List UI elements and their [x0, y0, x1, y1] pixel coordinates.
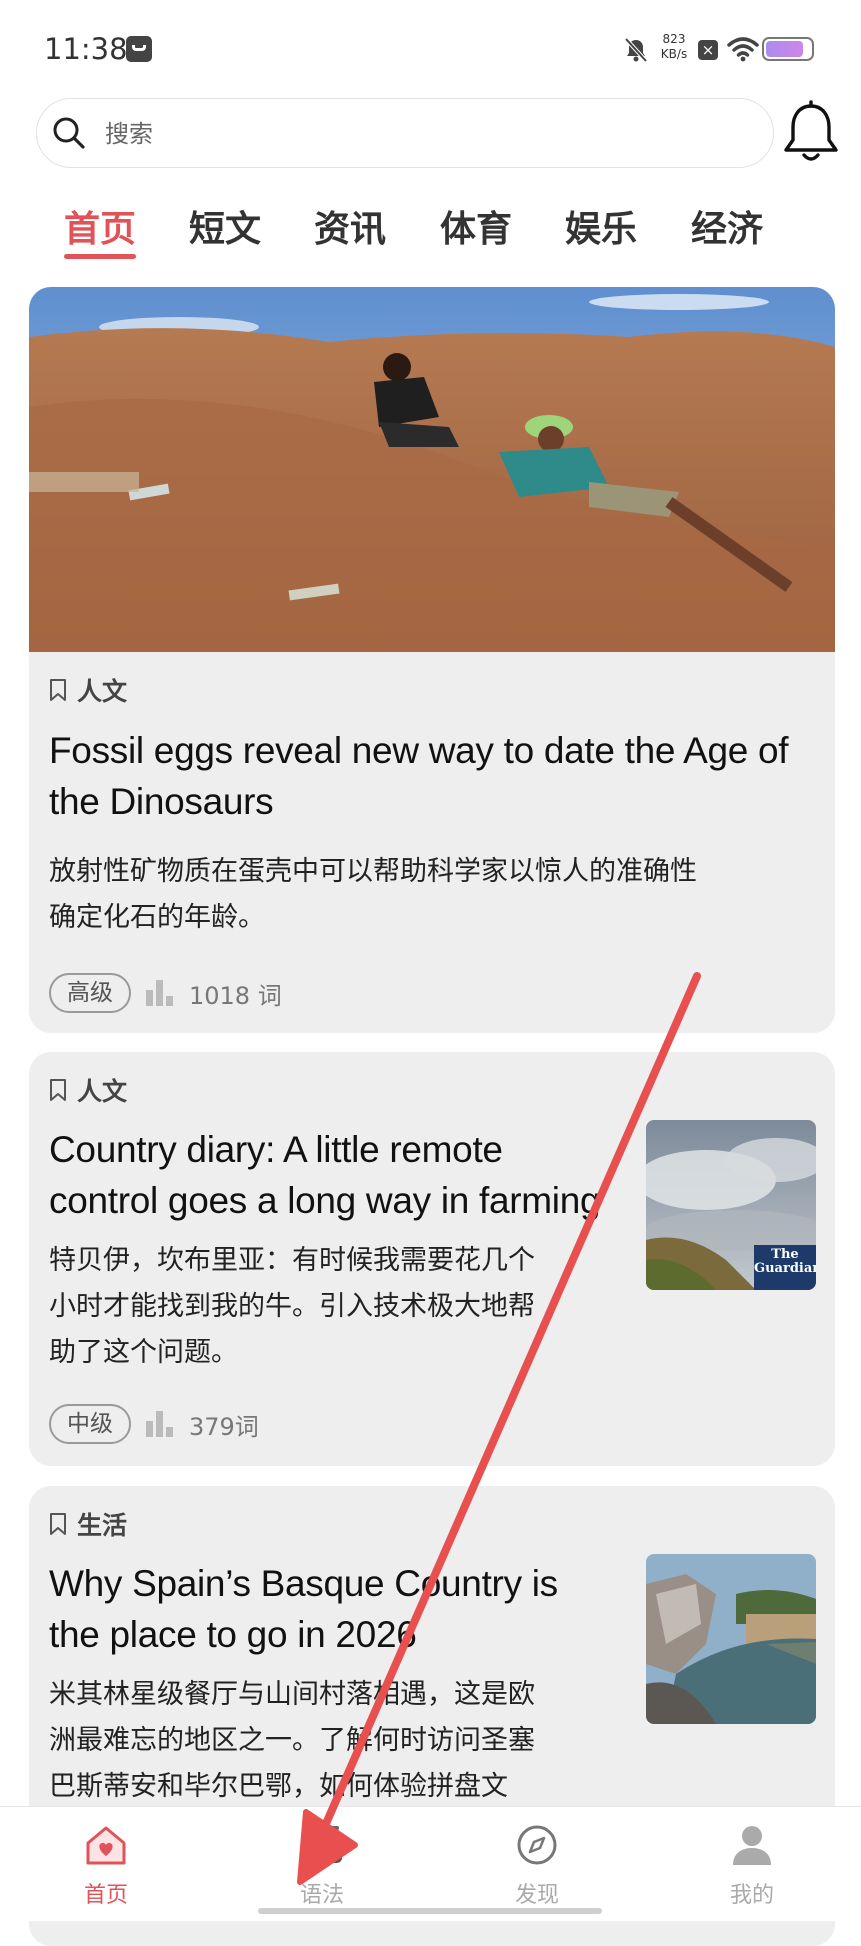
nav-discover[interactable]: 发现	[477, 1807, 597, 1921]
nav-grammar[interactable]: 语法	[262, 1807, 382, 1921]
article-title-line: Fossil eggs reveal new way to date the A…	[49, 730, 789, 771]
article-category: 人文	[49, 674, 127, 706]
network-speed: 823 KB/s	[656, 32, 692, 62]
message-notification-icon	[126, 36, 152, 62]
article-meta: 高级 1018 词	[49, 972, 282, 1014]
nav-label: 语法	[299, 1883, 344, 1908]
article-summary-line: 确定化石的年龄。	[49, 902, 265, 933]
battery-level-fill	[766, 41, 804, 57]
article-summary: 米其林星级餐厅与山间村落相遇，这是欧 洲最难忘的地区之一。了解何时访问圣塞 巴斯…	[49, 1672, 535, 1810]
home-indicator[interactable]	[258, 1908, 602, 1914]
guardian-logo: The Guardian	[754, 1248, 816, 1276]
bookmark-icon	[50, 1513, 66, 1535]
article-meta: 中级 379词	[49, 1403, 259, 1445]
active-tab-indicator	[64, 254, 136, 259]
article-thumbnail: The Guardian	[646, 1120, 816, 1290]
logo-text: Guardian	[754, 1261, 816, 1276]
notification-bell-icon[interactable]	[780, 100, 842, 166]
article-title-line: the Dinosaurs	[49, 781, 274, 822]
word-count-bars-icon	[146, 980, 173, 1006]
article-summary-line: 洲最难忘的地区之一。了解何时访问圣塞	[49, 1725, 535, 1756]
muted-bell-icon	[624, 37, 648, 63]
word-count: 1018 词	[189, 981, 282, 1010]
article-card[interactable]: 人文 Fossil eggs reveal new way to date th…	[29, 287, 835, 1033]
category-label: 人文	[77, 1077, 128, 1106]
tab-economy[interactable]: 经济	[691, 200, 763, 252]
close-square-icon: ×	[698, 40, 718, 60]
tab-entertainment[interactable]: 娱乐	[565, 200, 637, 252]
bookmark-icon	[50, 679, 66, 701]
article-summary-line: 助了这个问题。	[49, 1337, 238, 1368]
tab-sports[interactable]: 体育	[440, 200, 512, 252]
nav-home[interactable]: 首页	[46, 1807, 166, 1921]
article-summary-line: 特贝伊，坎布里亚：有时候我需要花几个	[49, 1245, 535, 1276]
category-tabs: 首页 短文 资讯 体育 娱乐 经济	[0, 200, 861, 270]
bottom-navigation: 首页 语法 发现 我的	[0, 1806, 861, 1921]
logo-text: The	[771, 1247, 799, 1262]
category-label: 生活	[77, 1511, 128, 1540]
article-summary-line: 巴斯蒂安和毕尔巴鄂，如何体验拼盘文	[49, 1771, 508, 1802]
search-bar[interactable]	[36, 98, 774, 168]
article-summary-line: 放射性矿物质在蛋壳中可以帮助科学家以惊人的准确性	[49, 856, 697, 887]
article-summary-line: 米其林星级餐厅与山间村落相遇，这是欧	[49, 1679, 535, 1710]
network-speed-value: 823	[662, 32, 686, 46]
battery-icon	[762, 37, 814, 61]
article-summary: 特贝伊，坎布里亚：有时候我需要花几个 小时才能找到我的牛。引入技术极大地帮 助了…	[49, 1238, 535, 1376]
tab-short-articles[interactable]: 短文	[189, 200, 261, 252]
compass-icon	[517, 1825, 557, 1865]
article-title: Why Spain’s Basque Country is the place …	[49, 1558, 558, 1660]
article-title-line: control goes a long way in farming	[49, 1180, 601, 1221]
bookmark-icon	[50, 1079, 66, 1101]
bilbao-river-photo	[646, 1554, 816, 1724]
category-label: 人文	[77, 677, 128, 706]
article-category: 人文	[49, 1074, 127, 1106]
nav-label: 我的	[729, 1883, 774, 1908]
article-title: Fossil eggs reveal new way to date the A…	[49, 725, 789, 827]
tab-home[interactable]: 首页	[64, 200, 136, 252]
difficulty-badge: 高级	[49, 973, 131, 1013]
wifi-icon	[727, 37, 759, 62]
word-count: 379词	[189, 1412, 259, 1441]
home-heart-icon	[86, 1826, 126, 1865]
article-title-line: Why Spain’s Basque Country is	[49, 1563, 558, 1604]
nav-me[interactable]: 我的	[692, 1807, 812, 1921]
article-title-line: the place to go in 2026	[49, 1614, 417, 1655]
tab-news[interactable]: 资讯	[314, 200, 386, 252]
article-card[interactable]: 人文 Country diary: A little remote contro…	[29, 1052, 835, 1466]
nav-label: 首页	[83, 1883, 128, 1908]
article-thumbnail	[646, 1554, 816, 1724]
article-summary: 放射性矿物质在蛋壳中可以帮助科学家以惊人的准确性 确定化石的年龄。	[49, 849, 697, 941]
profile-icon	[733, 1826, 771, 1865]
network-speed-unit: KB/s	[660, 47, 688, 61]
article-title-line: Country diary: A little remote	[49, 1129, 503, 1170]
word-count-bars-icon	[146, 1411, 173, 1437]
video-play-icon	[302, 1826, 342, 1863]
article-summary-line: 小时才能找到我的牛。引入技术极大地帮	[49, 1291, 535, 1322]
difficulty-badge: 中级	[49, 1404, 131, 1444]
article-title: Country diary: A little remote control g…	[49, 1124, 601, 1226]
nav-label: 发现	[514, 1883, 559, 1908]
search-icon	[53, 117, 85, 149]
search-input[interactable]	[103, 111, 707, 157]
status-bar: 11:38 823 KB/s ×	[0, 0, 861, 100]
article-hero-image	[29, 287, 835, 652]
article-category: 生活	[49, 1508, 127, 1540]
status-time: 11:38	[44, 32, 128, 66]
